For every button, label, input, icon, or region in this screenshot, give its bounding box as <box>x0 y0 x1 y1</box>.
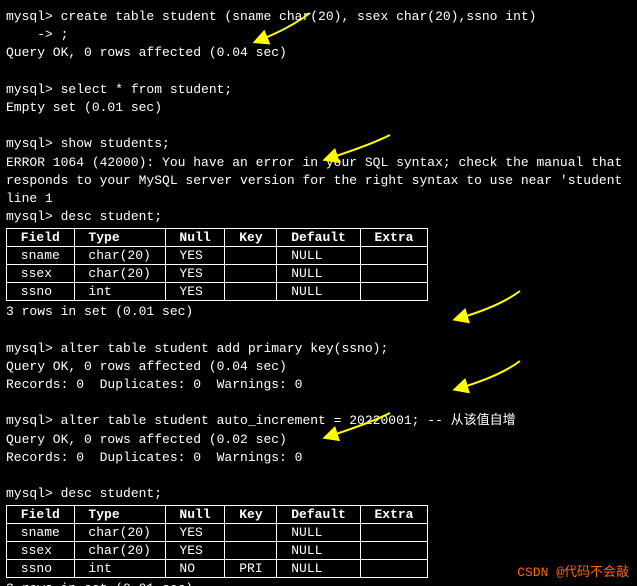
cmd-select: mysql> select * from student; <box>6 81 631 99</box>
query-ok-2: Query OK, 0 rows affected (0.04 sec) <box>6 358 631 376</box>
table-row: ssno int NO PRI NULL <box>7 560 428 578</box>
cell-sname-null-1: YES <box>165 247 225 265</box>
cell-ssex-1: ssex <box>7 265 75 283</box>
cell-ssex-extra-2 <box>360 542 428 560</box>
cell-ssno-key-2: PRI <box>225 560 277 578</box>
blank-2 <box>6 117 631 135</box>
cell-ssex-null-2: YES <box>165 542 225 560</box>
blank-3 <box>6 321 631 339</box>
cell-ssex-key-1 <box>225 265 277 283</box>
cell-sname-key-1 <box>225 247 277 265</box>
rows-set-2: 3 rows in set (0.01 sec) <box>6 580 631 586</box>
cell-ssno-1: ssno <box>7 283 75 301</box>
col-key-1: Key <box>225 229 277 247</box>
cmd-create-table: mysql> create table student (sname char(… <box>6 8 631 26</box>
blank-4 <box>6 394 631 412</box>
col-type-1: Type <box>74 229 165 247</box>
cell-ssno-default-2: NULL <box>277 560 360 578</box>
col-null-1: Null <box>165 229 225 247</box>
desc-table-2: Field Type Null Key Default Extra sname … <box>6 505 428 578</box>
cell-sname-null-2: YES <box>165 524 225 542</box>
cmd-desc-1: mysql> desc student; <box>6 208 631 226</box>
table-row: sname char(20) YES NULL <box>7 524 428 542</box>
col-field-1: Field <box>7 229 75 247</box>
watermark: CSDN @代码不会敲 <box>517 561 629 580</box>
table-row: ssex char(20) YES NULL <box>7 542 428 560</box>
empty-set: Empty set (0.01 sec) <box>6 99 631 117</box>
cell-sname-extra-2 <box>360 524 428 542</box>
query-ok-1: Query OK, 0 rows affected (0.04 sec) <box>6 44 631 62</box>
col-extra-2: Extra <box>360 506 428 524</box>
cell-sname-type-2: char(20) <box>74 524 165 542</box>
cmd-alter-auto: mysql> alter table student auto_incremen… <box>6 412 631 430</box>
cell-sname-default-2: NULL <box>277 524 360 542</box>
cell-ssno-type-2: int <box>74 560 165 578</box>
cell-sname-default-1: NULL <box>277 247 360 265</box>
records-2: Records: 0 Duplicates: 0 Warnings: 0 <box>6 449 631 467</box>
cell-ssex-2: ssex <box>7 542 75 560</box>
cell-ssno-default-1: NULL <box>277 283 360 301</box>
cell-ssno-2: ssno <box>7 560 75 578</box>
table-row: ssno int YES NULL <box>7 283 428 301</box>
cell-sname-extra-1 <box>360 247 428 265</box>
cell-ssno-null-2: NO <box>165 560 225 578</box>
table-row: sname char(20) YES NULL <box>7 247 428 265</box>
blank-5 <box>6 467 631 485</box>
cell-sname-key-2 <box>225 524 277 542</box>
cmd-desc-2: mysql> desc student; <box>6 485 631 503</box>
cell-ssno-extra-2 <box>360 560 428 578</box>
blank-1 <box>6 63 631 81</box>
cell-ssno-key-1 <box>225 283 277 301</box>
cell-ssex-type-1: char(20) <box>74 265 165 283</box>
cell-ssno-extra-1 <box>360 283 428 301</box>
cell-sname-type-1: char(20) <box>74 247 165 265</box>
cell-ssno-null-1: YES <box>165 283 225 301</box>
cell-ssex-key-2 <box>225 542 277 560</box>
query-ok-3: Query OK, 0 rows affected (0.02 sec) <box>6 431 631 449</box>
col-default-1: Default <box>277 229 360 247</box>
cmd-create-table-cont: -> ; <box>6 26 631 44</box>
table-row: ssex char(20) YES NULL <box>7 265 428 283</box>
table-header-row-2: Field Type Null Key Default Extra <box>7 506 428 524</box>
records-1: Records: 0 Duplicates: 0 Warnings: 0 <box>6 376 631 394</box>
cmd-show: mysql> show students; <box>6 135 631 153</box>
desc-table-1: Field Type Null Key Default Extra sname … <box>6 228 428 301</box>
col-key-2: Key <box>225 506 277 524</box>
col-null-2: Null <box>165 506 225 524</box>
cell-sname-2: sname <box>7 524 75 542</box>
cell-ssno-type-1: int <box>74 283 165 301</box>
col-field-2: Field <box>7 506 75 524</box>
terminal-window: mysql> create table student (sname char(… <box>0 0 637 586</box>
col-extra-1: Extra <box>360 229 428 247</box>
cell-ssex-null-1: YES <box>165 265 225 283</box>
error-line-1: ERROR 1064 (42000): You have an error in… <box>6 154 631 172</box>
cell-ssex-extra-1 <box>360 265 428 283</box>
cell-ssex-default-1: NULL <box>277 265 360 283</box>
cell-ssex-type-2: char(20) <box>74 542 165 560</box>
table-header-row-1: Field Type Null Key Default Extra <box>7 229 428 247</box>
cell-sname-1: sname <box>7 247 75 265</box>
cell-ssex-default-2: NULL <box>277 542 360 560</box>
rows-set-1: 3 rows in set (0.01 sec) <box>6 303 631 321</box>
cmd-alter-pk: mysql> alter table student add primary k… <box>6 340 631 358</box>
col-default-2: Default <box>277 506 360 524</box>
error-line-3: line 1 <box>6 190 631 208</box>
error-line-2: responds to your MySQL server version fo… <box>6 172 631 190</box>
col-type-2: Type <box>74 506 165 524</box>
